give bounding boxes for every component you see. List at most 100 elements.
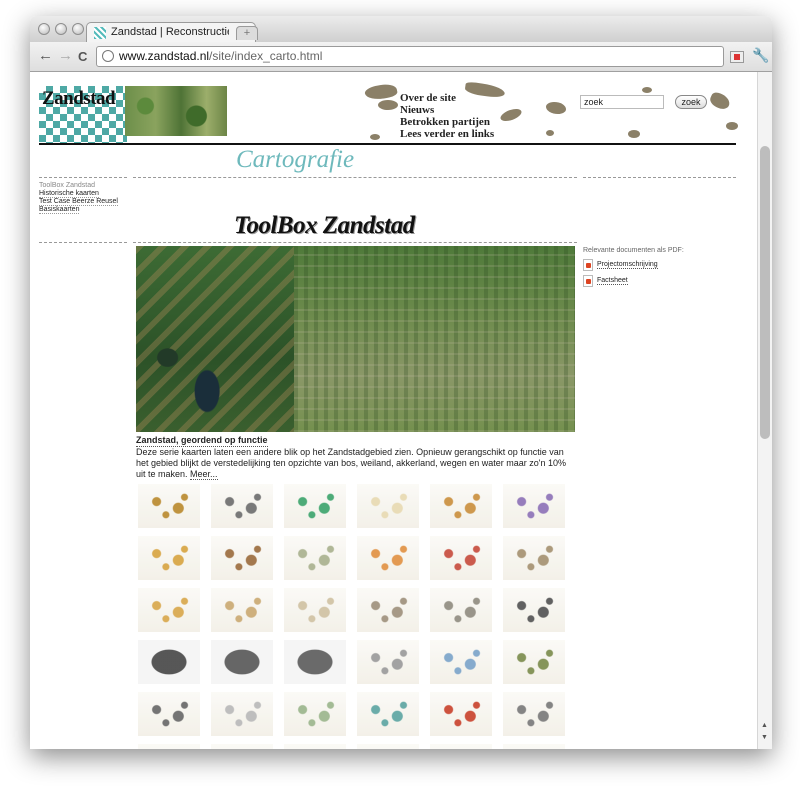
map-thumbnail[interactable]: [430, 484, 492, 528]
tab-title: Zandstad | Reconstructie van: [111, 26, 229, 38]
map-thumbnail[interactable]: [284, 536, 346, 580]
map-thumbnail[interactable]: [430, 692, 492, 736]
scroll-down-arrow-icon[interactable]: ▼: [761, 734, 768, 741]
section-title: Cartografie: [236, 146, 355, 173]
caption-block: Zandstad, geordend op functie Deze serie…: [136, 435, 576, 480]
map-thumbnail[interactable]: [503, 640, 565, 684]
map-thumbnail[interactable]: [430, 536, 492, 580]
divider: [133, 177, 577, 178]
map-thumbnail[interactable]: [357, 536, 419, 580]
hero-right-tile: [294, 246, 575, 432]
left-nav-basiskaarten[interactable]: Basiskaarten: [39, 206, 80, 214]
map-blob: [370, 134, 380, 140]
header-divider: [39, 143, 736, 145]
map-thumbnail[interactable]: [138, 484, 200, 528]
map-thumbnail[interactable]: [357, 588, 419, 632]
divider: [39, 177, 127, 178]
browser-window: Zandstad | Reconstructie van ✕ + ← → C w…: [30, 16, 772, 749]
url-host: www.zandstad.nl: [119, 49, 210, 63]
map-blob: [363, 81, 399, 103]
map-thumbnail[interactable]: [430, 588, 492, 632]
hero-left-tile: [136, 246, 294, 432]
nav-betrokken-partijen[interactable]: Betrokken partijen: [400, 116, 494, 128]
map-blob: [498, 106, 524, 124]
map-thumbnail[interactable]: [211, 484, 273, 528]
more-link[interactable]: Meer...: [190, 469, 218, 480]
nav-lees-verder[interactable]: Lees verder en links: [400, 128, 494, 140]
map-thumbnail[interactable]: [357, 640, 419, 684]
map-thumbnail[interactable]: [357, 692, 419, 736]
browser-tab[interactable]: Zandstad | Reconstructie van ✕: [86, 22, 256, 42]
url-path: /site/index_carto.html: [209, 49, 323, 63]
map-thumbnail[interactable]: [211, 744, 273, 749]
map-thumbnail[interactable]: [284, 484, 346, 528]
pdf-icon: [583, 275, 593, 287]
zoom-window-button[interactable]: [72, 23, 84, 35]
map-thumbnail[interactable]: [430, 744, 492, 749]
map-thumbnail[interactable]: [503, 588, 565, 632]
new-tab-button[interactable]: +: [236, 26, 258, 40]
search-button[interactable]: zoek: [675, 95, 707, 109]
minimize-window-button[interactable]: [55, 23, 67, 35]
search-input[interactable]: zoek: [580, 95, 664, 109]
favicon-icon: [94, 27, 106, 39]
address-bar[interactable]: www.zandstad.nl/site/index_carto.html ☆: [96, 46, 724, 67]
left-nav-current: ToolBox Zandstad: [39, 182, 96, 189]
map-thumbnail[interactable]: [211, 692, 273, 736]
logo-aerial-photo: [125, 86, 227, 136]
back-button[interactable]: ←: [38, 48, 53, 64]
forward-button[interactable]: →: [58, 48, 73, 64]
left-nav-historische-kaarten[interactable]: Historische kaarten: [39, 190, 99, 198]
web-page: Zandstad Over de site Nieuws Betrokken p…: [30, 72, 757, 749]
pdf-link-factsheet[interactable]: Factsheet: [583, 275, 684, 287]
nav-nieuws[interactable]: Nieuws: [400, 104, 494, 116]
scrollbar-thumb[interactable]: [760, 146, 770, 439]
vertical-scrollbar[interactable]: ▲ ▼: [757, 72, 772, 749]
pdf-link-label: Factsheet: [597, 277, 628, 285]
divider: [39, 242, 127, 243]
url-text: www.zandstad.nl/site/index_carto.html: [119, 47, 322, 66]
map-thumbnail[interactable]: [357, 484, 419, 528]
map-blob: [546, 102, 566, 114]
left-navigation: ToolBox Zandstad Historische kaarten Tes…: [39, 182, 118, 214]
map-thumbnail[interactable]: [503, 536, 565, 580]
map-thumbnail[interactable]: [138, 744, 200, 749]
scroll-up-arrow-icon[interactable]: ▲: [761, 722, 768, 729]
map-thumbnail[interactable]: [138, 536, 200, 580]
map-thumbnail[interactable]: [357, 744, 419, 749]
map-thumbnail[interactable]: [138, 640, 200, 684]
reload-button[interactable]: C: [78, 49, 87, 65]
map-blob: [378, 100, 398, 110]
divider: [583, 177, 736, 178]
wrench-menu-icon[interactable]: 🔧: [752, 47, 769, 64]
pdf-icon: [583, 259, 593, 271]
map-blob: [707, 90, 733, 112]
pdf-link-label: Projectomschrijving: [597, 261, 658, 269]
pdf-link-projectomschrijving[interactable]: Projectomschrijving: [583, 259, 684, 271]
map-blob: [642, 87, 652, 93]
map-thumbnail[interactable]: [284, 692, 346, 736]
map-thumbnail[interactable]: [284, 744, 346, 749]
map-thumbnail[interactable]: [211, 536, 273, 580]
map-thumbnail[interactable]: [503, 692, 565, 736]
map-blob: [546, 130, 554, 136]
map-thumbnail[interactable]: [211, 588, 273, 632]
divider: [133, 242, 577, 243]
map-thumbnail[interactable]: [138, 588, 200, 632]
caption-title: Zandstad, geordend op functie: [136, 435, 268, 447]
map-thumbnail[interactable]: [503, 744, 565, 749]
top-navigation: Over de site Nieuws Betrokken partijen L…: [400, 92, 494, 140]
map-thumbnail[interactable]: [430, 640, 492, 684]
globe-icon: [102, 50, 114, 62]
map-thumbnail[interactable]: [284, 588, 346, 632]
close-window-button[interactable]: [38, 23, 50, 35]
map-thumbnail[interactable]: [211, 640, 273, 684]
nav-over-de-site[interactable]: Over de site: [400, 92, 494, 104]
map-thumbnail[interactable]: [284, 640, 346, 684]
site-logo[interactable]: Zandstad: [42, 88, 116, 110]
pdf-sidebar: Relevante documenten als PDF: Projectoms…: [583, 246, 684, 287]
map-thumbnail[interactable]: [503, 484, 565, 528]
left-nav-test-case[interactable]: Test Case Beerze Reusel: [39, 198, 118, 206]
extension-icon[interactable]: [730, 51, 744, 63]
map-thumbnail[interactable]: [138, 692, 200, 736]
